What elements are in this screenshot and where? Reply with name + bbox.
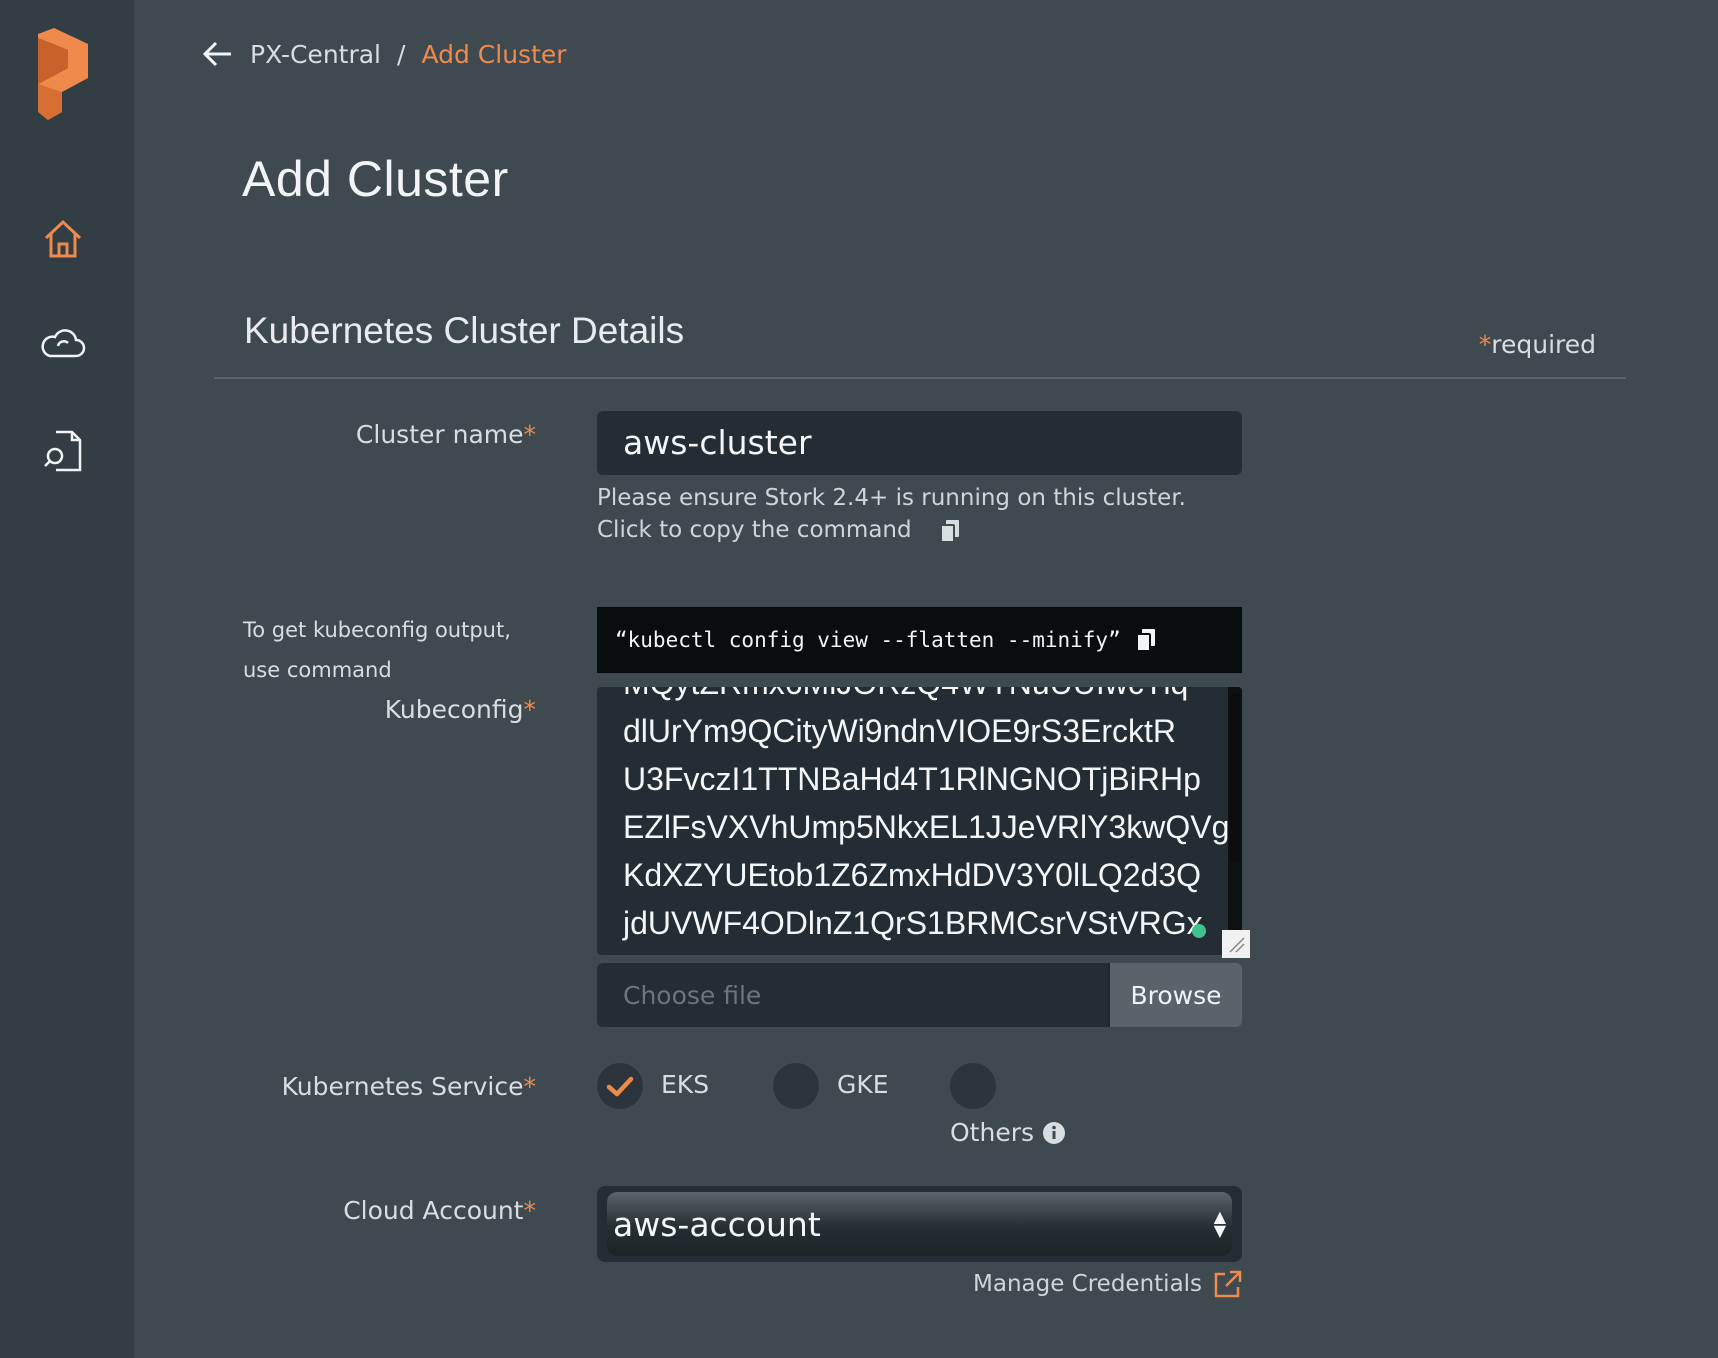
breadcrumb: PX-Central / Add Cluster <box>200 34 567 74</box>
kubeconfig-line: jdUVWF4ODlnZ1QrS1BRMCsrVStVRGx <box>623 905 1203 941</box>
required-star: * <box>523 1072 537 1101</box>
manage-credentials-link[interactable]: Manage Credentials <box>973 1271 1202 1297</box>
cluster-name-input[interactable]: aws-cluster <box>597 411 1242 475</box>
cloud-account-select-inner[interactable]: aws-account ▲ ▼ <box>607 1192 1232 1256</box>
radio-gke-label[interactable]: GKE <box>837 1070 889 1099</box>
kubeconfig-line: MQytZRmx6MiJORzQ4WTNuUUIwcTlq <box>623 687 1229 707</box>
resize-grip-icon <box>1229 937 1245 953</box>
home-icon[interactable] <box>38 214 88 264</box>
kubeconfig-line: KdXZYUEtob1Z6ZmxHdDV3Y0lLQ2d3Q <box>623 857 1202 893</box>
browse-button[interactable]: Browse <box>1108 963 1242 1027</box>
kubeconfig-label-text: Kubeconfig <box>384 695 524 724</box>
kubeconfig-line: U3FvczI1TTNBaHd4T1RlNGNOTjBiRHp <box>623 761 1201 797</box>
info-icon[interactable] <box>1042 1121 1066 1145</box>
breadcrumb-current: Add Cluster <box>421 39 567 69</box>
portworx-logo[interactable] <box>34 28 88 124</box>
status-dot <box>1192 924 1206 938</box>
scrollbar-thumb[interactable] <box>1230 693 1240 863</box>
required-star: * <box>523 420 537 449</box>
cloud-account-select[interactable]: aws-account ▲ ▼ <box>597 1186 1242 1262</box>
breadcrumb-px-central[interactable]: PX-Central <box>250 40 381 69</box>
required-star: * <box>523 695 537 724</box>
resize-handle[interactable] <box>1222 930 1250 958</box>
file-chooser[interactable]: Choose file Browse <box>597 963 1242 1027</box>
cloud-account-label: Cloud Account* <box>343 1196 536 1225</box>
radio-others-label[interactable]: Others <box>950 1118 1066 1147</box>
kubeconfig-help: To get kubeconfig output, use command <box>243 618 511 682</box>
cloud-account-label-text: Cloud Account <box>343 1196 524 1225</box>
required-note: *required <box>1479 330 1596 359</box>
cluster-name-label: Cluster name* <box>356 420 536 449</box>
kubernetes-service-label: Kubernetes Service* <box>282 1072 536 1101</box>
select-arrows-icon: ▲ ▼ <box>1213 1207 1226 1240</box>
required-text: required <box>1491 330 1596 359</box>
kubernetes-service-label-text: Kubernetes Service <box>281 1072 524 1101</box>
copy-icon[interactable] <box>1135 628 1157 652</box>
external-link-icon[interactable] <box>1212 1268 1244 1300</box>
radio-eks-label[interactable]: EKS <box>661 1070 709 1099</box>
arrow-left-icon[interactable] <box>200 36 236 72</box>
breadcrumb-separator: / <box>397 39 406 69</box>
stork-hint-text: Please ensure Stork 2.4+ is running on t… <box>597 485 1186 543</box>
radio-others[interactable] <box>950 1063 996 1109</box>
kubectl-command-box: “kubectl config view --flatten --minify” <box>597 607 1242 673</box>
section-title: Kubernetes Cluster Details <box>244 310 685 351</box>
file-placeholder[interactable]: Choose file <box>597 963 1108 1027</box>
required-star: * <box>523 1196 537 1225</box>
scrollbar-track[interactable] <box>1228 687 1242 955</box>
cluster-name-label-text: Cluster name <box>355 420 524 449</box>
page-title: Add Cluster <box>242 151 509 207</box>
section-divider <box>214 377 1626 379</box>
document-search-icon[interactable] <box>38 426 88 476</box>
cloud-icon[interactable] <box>38 320 88 370</box>
required-star: * <box>1478 330 1492 359</box>
stork-hint: Please ensure Stork 2.4+ is running on t… <box>597 482 1217 546</box>
radio-gke[interactable] <box>773 1063 819 1109</box>
copy-icon[interactable] <box>939 519 961 543</box>
kubeconfig-line: EZlFsVXVhUmp5NkxEL1JJeVRlY3kwQVg <box>623 809 1230 845</box>
kubeconfig-content: MQytZRmx6MiJORzQ4WTNuUUIwcTlq dlUrYm9QCi… <box>623 687 1229 947</box>
radio-others-label-text[interactable]: Others <box>950 1118 1034 1147</box>
check-icon <box>606 1076 634 1097</box>
kubectl-command: “kubectl config view --flatten --minify” <box>615 628 1121 652</box>
cloud-account-value: aws-account <box>613 1204 821 1244</box>
radio-eks[interactable] <box>597 1063 643 1109</box>
kubeconfig-label: Kubeconfig* <box>385 695 536 724</box>
kubeconfig-textarea[interactable]: MQytZRmx6MiJORzQ4WTNuUUIwcTlq dlUrYm9QCi… <box>597 687 1242 955</box>
sidebar <box>0 0 134 1358</box>
kubeconfig-line: dlUrYm9QCityWi9ndnVIOE9rS3ErcktR <box>623 713 1177 749</box>
